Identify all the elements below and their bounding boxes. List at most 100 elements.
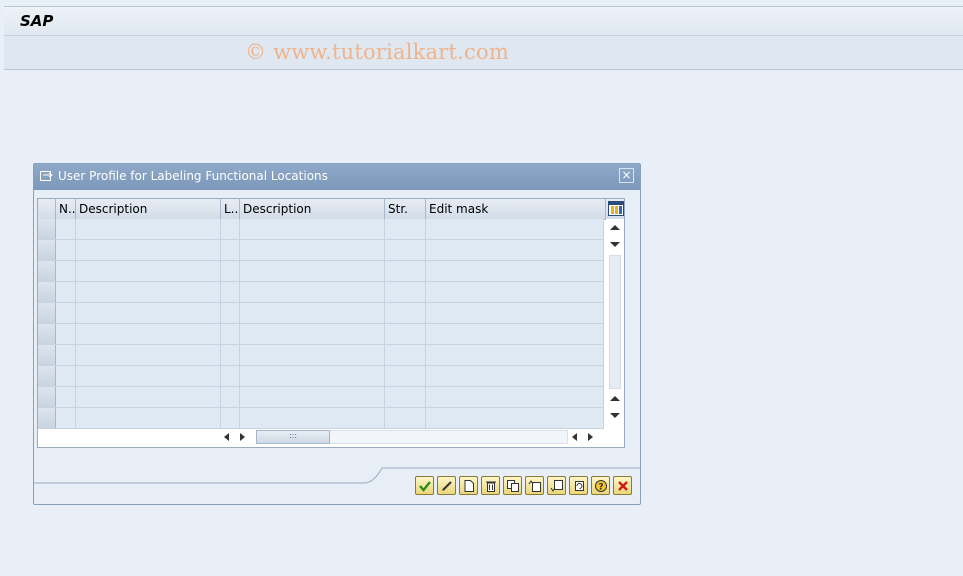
table-cell[interactable] (76, 324, 221, 344)
table-cell[interactable] (385, 408, 426, 428)
row-selector[interactable] (38, 303, 56, 323)
table-cell[interactable] (221, 240, 240, 260)
table-cell[interactable] (76, 366, 221, 386)
table-cell[interactable] (426, 219, 604, 239)
row-selector[interactable] (38, 387, 56, 407)
table-row[interactable] (38, 387, 604, 408)
table-row[interactable] (38, 303, 604, 324)
refresh-button[interactable] (569, 476, 588, 495)
column-header-number[interactable]: N.. (56, 199, 76, 219)
copy-button[interactable] (503, 476, 522, 495)
table-cell[interactable] (385, 366, 426, 386)
table-cell[interactable] (426, 345, 604, 365)
select-all-column[interactable] (38, 199, 56, 219)
cancel-button[interactable] (613, 476, 632, 495)
table-cell[interactable] (240, 240, 385, 260)
table-cell[interactable] (56, 282, 76, 302)
table-cell[interactable] (56, 387, 76, 407)
column-header-structure[interactable]: Str. (385, 199, 426, 219)
table-cell[interactable] (240, 303, 385, 323)
scroll-right-arrow-icon[interactable] (240, 433, 245, 441)
table-cell[interactable] (56, 408, 76, 428)
table-cell[interactable] (240, 408, 385, 428)
table-cell[interactable] (426, 282, 604, 302)
scroll-down-arrow-icon[interactable] (610, 242, 620, 247)
table-row[interactable] (38, 219, 604, 240)
table-cell[interactable] (240, 324, 385, 344)
table-cell[interactable] (426, 303, 604, 323)
scroll-top-arrow-icon[interactable] (610, 225, 620, 230)
table-cell[interactable] (240, 345, 385, 365)
table-cell[interactable] (56, 366, 76, 386)
table-cell[interactable] (385, 282, 426, 302)
table-settings-icon[interactable] (608, 201, 624, 216)
table-cell[interactable] (426, 408, 604, 428)
table-cell[interactable] (56, 303, 76, 323)
vertical-scrollbar[interactable] (606, 219, 624, 427)
table-cell[interactable] (426, 240, 604, 260)
table-row[interactable] (38, 408, 604, 429)
table-cell[interactable] (56, 345, 76, 365)
table-cell[interactable] (76, 240, 221, 260)
row-selector[interactable] (38, 366, 56, 386)
table-cell[interactable] (385, 219, 426, 239)
table-cell[interactable] (56, 324, 76, 344)
column-header-description[interactable]: Description (76, 199, 221, 219)
insert-button[interactable] (525, 476, 544, 495)
table-cell[interactable] (426, 366, 604, 386)
table-cell[interactable] (385, 261, 426, 281)
column-header-level[interactable]: L.. (221, 199, 240, 219)
table-cell[interactable] (240, 387, 385, 407)
table-cell[interactable] (385, 345, 426, 365)
table-cell[interactable] (240, 261, 385, 281)
table-cell[interactable] (221, 366, 240, 386)
table-cell[interactable] (221, 261, 240, 281)
table-cell[interactable] (76, 303, 221, 323)
table-cell[interactable] (56, 240, 76, 260)
table-cell[interactable] (240, 282, 385, 302)
table-cell[interactable] (56, 261, 76, 281)
column-header-edit-mask[interactable]: Edit mask (426, 199, 606, 219)
row-selector[interactable] (38, 345, 56, 365)
table-cell[interactable] (76, 282, 221, 302)
row-selector[interactable] (38, 408, 56, 428)
table-cell[interactable] (240, 219, 385, 239)
table-row[interactable] (38, 240, 604, 261)
row-selector[interactable] (38, 240, 56, 260)
table-cell[interactable] (221, 387, 240, 407)
table-cell[interactable] (76, 408, 221, 428)
scroll-bottom-arrow-icon[interactable] (610, 413, 620, 418)
table-cell[interactable] (426, 387, 604, 407)
continue-button[interactable] (415, 476, 434, 495)
table-cell[interactable] (426, 261, 604, 281)
table-row[interactable] (38, 345, 604, 366)
scroll-left-arrow-icon[interactable] (224, 433, 229, 441)
table-row[interactable] (38, 366, 604, 387)
scroll-end-right-arrow-icon[interactable] (588, 433, 593, 441)
horizontal-scroll-thumb[interactable]: ::: (256, 430, 330, 444)
table-cell[interactable] (221, 345, 240, 365)
table-cell[interactable] (76, 261, 221, 281)
table-cell[interactable] (221, 303, 240, 323)
row-selector[interactable] (38, 282, 56, 302)
table-cell[interactable] (56, 219, 76, 239)
column-header-level-description[interactable]: Description (240, 199, 385, 219)
table-cell[interactable] (221, 219, 240, 239)
delete-button[interactable] (481, 476, 500, 495)
horizontal-scrollbar[interactable]: ::: (220, 429, 602, 445)
table-cell[interactable] (385, 303, 426, 323)
table-cell[interactable] (221, 282, 240, 302)
scroll-end-left-arrow-icon[interactable] (572, 433, 577, 441)
table-row[interactable] (38, 324, 604, 345)
vertical-scroll-track[interactable] (609, 255, 621, 389)
table-row[interactable] (38, 261, 604, 282)
new-entry-button[interactable] (459, 476, 478, 495)
row-selector[interactable] (38, 324, 56, 344)
table-cell[interactable] (76, 387, 221, 407)
table-cell[interactable] (385, 240, 426, 260)
row-selector[interactable] (38, 219, 56, 239)
move-down-button[interactable] (547, 476, 566, 495)
row-selector[interactable] (38, 261, 56, 281)
table-cell[interactable] (385, 324, 426, 344)
close-button[interactable]: × (619, 168, 634, 183)
